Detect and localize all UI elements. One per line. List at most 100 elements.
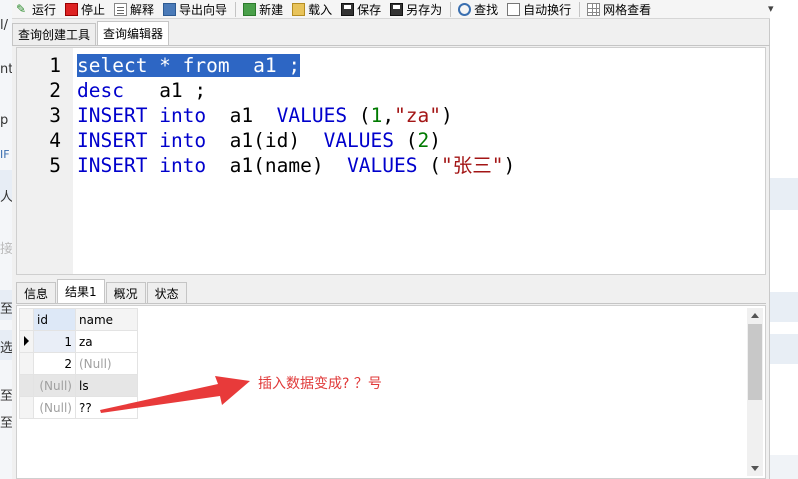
explain-icon (114, 2, 128, 16)
code-token: ) (429, 129, 442, 152)
annotation-text: 插入数据变成? ？号 (258, 376, 382, 392)
row-indicator (19, 396, 34, 419)
export-wizard-label: 导出向导 (179, 2, 228, 17)
export-wizard-button[interactable]: 导出向导 (159, 1, 232, 18)
background-text: 选 (0, 341, 12, 356)
background-app-edge: l/ nt p IF 人 接 至 选 至 至 (0, 0, 12, 479)
background-text: l/ (0, 18, 8, 33)
auto-wrap-button[interactable]: 自动换行 (503, 1, 576, 18)
cell-id[interactable]: 1 (33, 330, 76, 353)
cell-name[interactable]: (Null) (75, 352, 138, 375)
code-token: INSERT (77, 104, 148, 127)
table-row[interactable]: (Null) ls (19, 374, 138, 397)
find-label: 查找 (474, 2, 499, 17)
grid-view-button[interactable]: 网格查看 (583, 1, 656, 18)
code-line[interactable]: select * from a1 ; (77, 53, 301, 78)
save-button[interactable]: 保存 (337, 1, 386, 18)
run-button[interactable]: ✎ 运行 (12, 1, 61, 18)
tab-profile[interactable]: 概况 (105, 282, 146, 303)
tab-label: 结果1 (65, 285, 97, 299)
scroll-up-icon[interactable] (751, 313, 759, 318)
column-header-id[interactable]: id (33, 308, 76, 331)
code-token: VALUES (347, 154, 418, 177)
save-as-button[interactable]: 另存为 (386, 1, 447, 18)
code-line[interactable]: desc a1 ; (77, 78, 206, 103)
table-row[interactable]: 2 (Null) (19, 352, 138, 375)
code-token: into (159, 129, 207, 152)
cell-name[interactable]: ?? (75, 396, 138, 419)
save-label: 保存 (357, 2, 382, 17)
tab-message[interactable]: 信息 (16, 282, 57, 303)
editor-tabs: 查询创建工具 查询编辑器 (12, 21, 770, 46)
background-text: nt (0, 62, 12, 77)
toolbar-separator (579, 1, 581, 17)
tab-result1[interactable]: 结果1 (57, 279, 105, 303)
sql-editor[interactable]: 12345 select * from a1 ; desc a1 ; INSERT … (16, 47, 766, 275)
grid-view-label: 网格查看 (603, 2, 652, 17)
line-number: 3 (49, 104, 61, 127)
table-row[interactable]: (Null) ?? (19, 396, 138, 419)
find-button[interactable]: 查找 (454, 1, 503, 18)
table-row[interactable]: 1 za (19, 330, 138, 353)
background-text: p (0, 113, 9, 128)
row-indicator (19, 330, 34, 353)
code-token: into (159, 104, 207, 127)
cell-name[interactable]: ls (75, 374, 138, 397)
chevron-down-icon[interactable]: ▾ (768, 2, 774, 15)
code-token: VALUES (276, 104, 348, 127)
tab-query-editor[interactable]: 查询编辑器 (97, 21, 170, 45)
vertical-scrollbar[interactable] (747, 308, 763, 476)
new-icon (243, 2, 257, 16)
line-number-gutter: 12345 (17, 48, 73, 274)
stop-icon (65, 2, 79, 16)
code-token: 2 (417, 129, 430, 152)
run-icon: ✎ (16, 1, 27, 16)
cell-name[interactable]: za (75, 330, 138, 353)
line-number: 1 (49, 54, 61, 77)
result-panel: id name 1 za 2 (Null) (Null) ls (Null) ?… (16, 305, 766, 479)
cell-id[interactable]: (Null) (33, 396, 76, 419)
scroll-down-icon[interactable] (751, 466, 759, 471)
grid-icon (587, 2, 601, 16)
cell-id[interactable]: 2 (33, 352, 76, 375)
explain-button[interactable]: 解释 (110, 1, 159, 18)
new-label: 新建 (259, 2, 284, 17)
result-grid: id name 1 za 2 (Null) (Null) ls (Null) ?… (19, 308, 138, 419)
tab-query-builder[interactable]: 查询创建工具 (12, 23, 97, 45)
background-strip (770, 0, 798, 48)
new-button[interactable]: 新建 (239, 1, 288, 18)
stop-button[interactable]: 停止 (61, 1, 110, 18)
code-token: INSERT (77, 154, 148, 177)
cell-id[interactable]: (Null) (33, 374, 76, 397)
header-row: id name (19, 308, 138, 331)
scrollbar-thumb[interactable] (748, 324, 762, 400)
line-number: 4 (49, 129, 61, 152)
code-token: ( (417, 154, 441, 177)
code-line[interactable]: INSERT into a1(name) VALUES ("张三") (77, 153, 515, 178)
line-number: 2 (49, 79, 61, 102)
code-token: desc (77, 79, 124, 102)
load-button[interactable]: 载入 (288, 1, 337, 18)
column-header-name[interactable]: name (75, 308, 138, 331)
tab-status[interactable]: 状态 (146, 282, 187, 303)
tab-label: 概况 (113, 286, 138, 301)
code-line[interactable]: INSERT into a1(id) VALUES (2) (77, 128, 441, 153)
stop-label: 停止 (81, 2, 106, 17)
row-indicator-header (19, 308, 34, 331)
tab-label: 查询编辑器 (103, 27, 164, 41)
code-token: a1 (206, 104, 277, 127)
current-row-pointer-icon (24, 335, 29, 346)
code-line[interactable]: INSERT into a1 VALUES (1,"za") (77, 103, 453, 128)
row-indicator (19, 374, 34, 397)
row-indicator (19, 352, 34, 375)
background-text: 至 (0, 302, 12, 317)
tab-label: 信息 (24, 286, 49, 301)
query-window: ✎ 运行 停止 解释 导出向导 新建 载入 保存 另存为 查找 自动换行 网格查… (12, 0, 774, 479)
wrap-icon (507, 2, 521, 16)
line-number: 5 (49, 154, 61, 177)
code-token: a1 ; (123, 79, 207, 102)
toolbar: ✎ 运行 停止 解释 导出向导 新建 载入 保存 另存为 查找 自动换行 网格查… (12, 0, 770, 19)
tab-label: 状态 (154, 286, 179, 301)
code-token: into (159, 154, 207, 177)
